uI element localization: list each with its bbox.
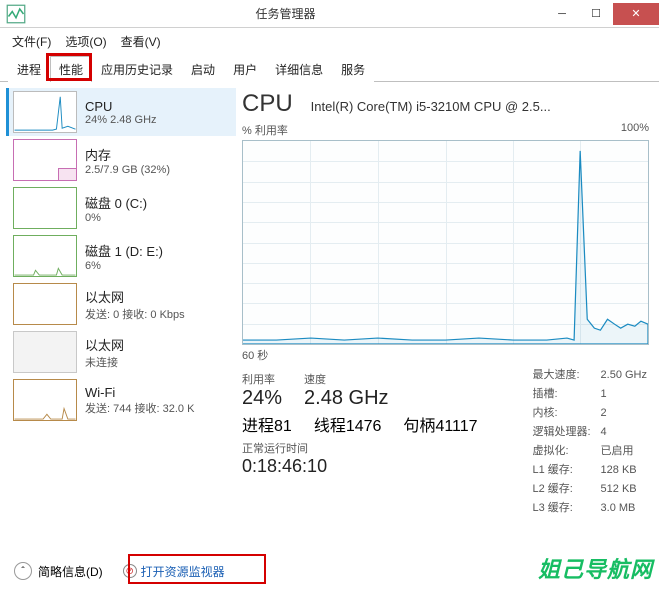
info-l1: 128 KB bbox=[601, 462, 647, 479]
menubar: 文件(F) 选项(O) 查看(V) bbox=[0, 28, 659, 55]
resmon-icon: ⊘ bbox=[123, 564, 137, 578]
sidebar-item-sub: 发送: 744 接收: 32.0 K bbox=[85, 400, 194, 416]
window-title: 任务管理器 bbox=[26, 5, 545, 22]
stat-util-label: 利用率 bbox=[242, 371, 282, 387]
info-maxspeed: 2.50 GHz bbox=[601, 367, 647, 384]
tab-performance[interactable]: 性能 bbox=[50, 56, 92, 82]
tabs: 进程 性能 应用历史记录 启动 用户 详细信息 服务 bbox=[0, 55, 659, 82]
menu-options[interactable]: 选项(O) bbox=[61, 31, 110, 52]
memory-thumb bbox=[13, 139, 77, 181]
cpu-thumb bbox=[13, 91, 77, 133]
sidebar-item-sub: 未连接 bbox=[85, 354, 124, 370]
main-panel: CPU Intel(R) Core(TM) i5-3210M CPU @ 2.5… bbox=[236, 82, 659, 552]
info-maxspeed-l: 最大速度: bbox=[532, 367, 598, 384]
info-l3-l: L3 缓存: bbox=[532, 500, 598, 517]
stat-hnd: 41117 bbox=[435, 418, 477, 435]
disk-thumb bbox=[13, 187, 77, 229]
uptime-value: 0:18:46:10 bbox=[242, 456, 512, 477]
info-l3: 3.0 MB bbox=[601, 500, 647, 517]
sidebar-item-label: 内存 bbox=[85, 145, 170, 164]
cpu-info-table: 最大速度:2.50 GHz 插槽:1 内核:2 逻辑处理器:4 虚拟化:已启用 … bbox=[530, 365, 649, 519]
main-title: CPU bbox=[242, 90, 293, 118]
chart-box: % 利用率 100% 60 秒 bbox=[242, 122, 649, 363]
stat-speed-label: 速度 bbox=[304, 371, 388, 387]
cpu-name: Intel(R) Core(TM) i5-3210M CPU @ 2.5... bbox=[311, 99, 551, 114]
tab-services[interactable]: 服务 bbox=[332, 56, 374, 82]
sidebar-item-ethernet1[interactable]: 以太网 未连接 bbox=[6, 328, 236, 376]
sidebar-item-label: 磁盘 1 (D: E:) bbox=[85, 241, 163, 260]
info-cores-l: 内核: bbox=[532, 405, 598, 422]
stat-thr: 1476 bbox=[346, 418, 382, 435]
sidebar-item-sub: 24% 2.48 GHz bbox=[85, 114, 157, 126]
info-logi: 4 bbox=[601, 424, 647, 441]
sidebar-item-sub: 0% bbox=[85, 212, 147, 224]
chevron-up-icon[interactable]: ˆ bbox=[14, 562, 32, 580]
sidebar-item-sub: 发送: 0 接收: 0 Kbps bbox=[85, 306, 185, 322]
chart-xlabel: 60 秒 bbox=[242, 347, 649, 363]
content: CPU 24% 2.48 GHz 内存 2.5/7.9 GB (32%) 磁盘 … bbox=[0, 82, 659, 552]
info-l2-l: L2 缓存: bbox=[532, 481, 598, 498]
net-thumb bbox=[13, 331, 77, 373]
tab-startup[interactable]: 启动 bbox=[182, 56, 224, 82]
close-button[interactable]: ✕ bbox=[613, 3, 659, 25]
sidebar-item-ethernet0[interactable]: 以太网 发送: 0 接收: 0 Kbps bbox=[6, 280, 236, 328]
resmon-label: 打开资源监视器 bbox=[141, 563, 225, 580]
sidebar: CPU 24% 2.48 GHz 内存 2.5/7.9 GB (32%) 磁盘 … bbox=[0, 82, 236, 552]
cpu-chart bbox=[242, 140, 649, 345]
uptime-label: 正常运行时间 bbox=[242, 440, 512, 456]
stat-proc: 81 bbox=[274, 418, 292, 435]
brief-info-link[interactable]: 简略信息(D) bbox=[38, 563, 103, 580]
sidebar-item-cpu[interactable]: CPU 24% 2.48 GHz bbox=[6, 88, 236, 136]
sidebar-item-wifi[interactable]: Wi-Fi 发送: 744 接收: 32.0 K bbox=[6, 376, 236, 424]
info-cores: 2 bbox=[601, 405, 647, 422]
menu-file[interactable]: 文件(F) bbox=[8, 31, 55, 52]
sidebar-item-label: Wi-Fi bbox=[85, 385, 194, 400]
net-thumb bbox=[13, 283, 77, 325]
info-logi-l: 逻辑处理器: bbox=[532, 424, 598, 441]
net-thumb bbox=[13, 379, 77, 421]
sidebar-item-sub: 2.5/7.9 GB (32%) bbox=[85, 164, 170, 176]
disk-thumb bbox=[13, 235, 77, 277]
tab-process[interactable]: 进程 bbox=[8, 56, 50, 82]
sidebar-item-disk1[interactable]: 磁盘 1 (D: E:) 6% bbox=[6, 232, 236, 280]
info-virt-l: 虚拟化: bbox=[532, 443, 598, 460]
stat-hnd-label: 句柄 bbox=[403, 418, 435, 435]
watermark: 姐己导航网 bbox=[538, 552, 653, 584]
menu-view[interactable]: 查看(V) bbox=[117, 31, 165, 52]
info-sockets: 1 bbox=[601, 386, 647, 403]
info-l1-l: L1 缓存: bbox=[532, 462, 598, 479]
stat-speed: 2.48 GHz bbox=[304, 387, 388, 410]
panel-list: CPU 24% 2.48 GHz 内存 2.5/7.9 GB (32%) 磁盘 … bbox=[6, 88, 236, 424]
sidebar-item-label: 以太网 bbox=[85, 335, 124, 354]
chart-ylabel: % 利用率 bbox=[242, 122, 288, 138]
tab-users[interactable]: 用户 bbox=[224, 56, 266, 82]
sidebar-item-disk0[interactable]: 磁盘 0 (C:) 0% bbox=[6, 184, 236, 232]
sidebar-item-label: 以太网 bbox=[85, 287, 185, 306]
info-virt: 已启用 bbox=[601, 443, 647, 460]
sidebar-item-label: CPU bbox=[85, 99, 157, 114]
stat-util: 24% bbox=[242, 387, 282, 410]
titlebar: 任务管理器 ─ ☐ ✕ bbox=[0, 0, 659, 28]
tab-details[interactable]: 详细信息 bbox=[266, 56, 332, 82]
tab-history[interactable]: 应用历史记录 bbox=[92, 56, 182, 82]
info-sockets-l: 插槽: bbox=[532, 386, 598, 403]
open-resmon-link[interactable]: ⊘ 打开资源监视器 bbox=[123, 563, 225, 580]
stat-proc-label: 进程 bbox=[242, 418, 274, 435]
sidebar-item-sub: 6% bbox=[85, 260, 163, 272]
sidebar-item-memory[interactable]: 内存 2.5/7.9 GB (32%) bbox=[6, 136, 236, 184]
stat-thr-label: 线程 bbox=[314, 418, 346, 435]
info-l2: 512 KB bbox=[601, 481, 647, 498]
minimize-button[interactable]: ─ bbox=[545, 3, 579, 25]
window-controls: ─ ☐ ✕ bbox=[545, 3, 659, 25]
app-icon bbox=[6, 4, 26, 24]
chart-ymax: 100% bbox=[621, 122, 649, 138]
maximize-button[interactable]: ☐ bbox=[579, 3, 613, 25]
sidebar-item-label: 磁盘 0 (C:) bbox=[85, 193, 147, 212]
